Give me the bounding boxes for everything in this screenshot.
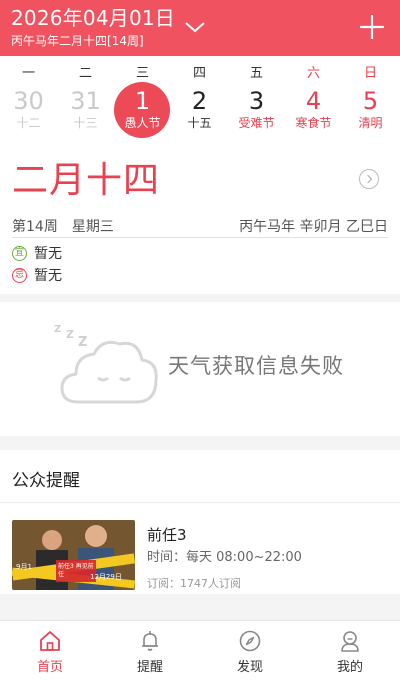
- day-number: 3: [248, 87, 265, 115]
- svg-text:Z: Z: [54, 324, 61, 335]
- tab-label: 发现: [236, 660, 263, 675]
- day-cell[interactable]: 31 十三: [57, 86, 114, 142]
- day-detail-panel: 二月十四 第14周 星期三 丙午马年 辛卯月 乙巳日 宜暂无 忌暂无: [0, 144, 400, 294]
- svg-text:Z: Z: [78, 335, 87, 350]
- yi-badge-icon: 宜: [12, 245, 27, 261]
- section-title: 公众提醒: [12, 471, 80, 491]
- day-cell[interactable]: 2 十五: [171, 86, 228, 142]
- weather-card[interactable]: Z Z Z 天气获取信息失败: [0, 302, 400, 436]
- lunar-date-large: 二月十四: [12, 160, 161, 201]
- tab-label: 我的: [336, 660, 363, 675]
- week-info-row: 第14周 星期三 丙午马年 辛卯月 乙巳日: [12, 214, 388, 238]
- ganzhi-info: 丙午马年 辛卯月 乙巳日: [239, 219, 388, 235]
- tab-label: 提醒: [136, 660, 163, 675]
- week-info: 第14周 星期三: [12, 219, 114, 235]
- week-strip: 一 二 三 四 五 六 日 30 十二 31 十三 1 愚人节 2 十五 3 受…: [0, 56, 400, 144]
- yi-row: 宜暂无: [12, 244, 62, 264]
- day-cell-selected[interactable]: 1 愚人节: [114, 82, 171, 142]
- weekday-header: 三: [135, 66, 149, 81]
- day-cell[interactable]: 30 十二: [0, 86, 57, 142]
- weekday-header: 五: [249, 66, 263, 81]
- day-cell[interactable]: 4 寒食节: [285, 86, 342, 142]
- ji-row: 忌暂无: [12, 266, 62, 286]
- chevron-right-icon[interactable]: [359, 169, 379, 189]
- day-number: 5: [362, 87, 379, 115]
- day-cell[interactable]: 3 受难节: [228, 86, 285, 142]
- user-icon: [341, 631, 359, 652]
- day-number: 1: [134, 87, 151, 115]
- poster-left-text: 9月1: [16, 563, 32, 571]
- movie-poster[interactable]: 12月29日 9月1 前任3 再见前任: [12, 520, 135, 590]
- day-number: 30: [13, 87, 44, 115]
- weekday-header: 六: [306, 66, 320, 81]
- compass-icon: [239, 630, 261, 652]
- yi-text: 暂无: [34, 246, 62, 262]
- lunar-subtitle: 丙午马年二月十四[14周]: [11, 34, 144, 48]
- day-cell[interactable]: 5 清明: [342, 86, 399, 142]
- bottom-tab-bar: 首页 提醒 发现 我的: [0, 620, 400, 681]
- weather-error-message: 天气获取信息失败: [168, 354, 344, 378]
- ji-text: 暂无: [34, 268, 62, 284]
- tab-discover[interactable]: 发现: [200, 621, 300, 681]
- plus-icon[interactable]: [358, 13, 386, 41]
- day-number: 2: [191, 87, 208, 115]
- poster-title-text: 前任3 再见前任: [58, 563, 94, 578]
- weekday-header: 二: [78, 66, 92, 81]
- day-lunar: 受难节: [238, 116, 275, 130]
- divider: [0, 502, 400, 503]
- tab-label: 首页: [36, 660, 63, 675]
- bell-icon: [142, 631, 158, 651]
- sleeping-cloud-icon: Z Z Z: [54, 324, 158, 404]
- tab-reminders[interactable]: 提醒: [100, 621, 200, 681]
- tab-home[interactable]: 首页: [0, 621, 100, 681]
- day-number: 31: [70, 87, 101, 115]
- ji-badge-icon: 忌: [12, 267, 27, 283]
- reminder-name[interactable]: 前任3: [147, 524, 187, 545]
- weekday-header: 一: [21, 66, 35, 81]
- day-lunar: 清明: [358, 116, 383, 130]
- weekday-header: 日: [363, 66, 377, 81]
- current-date-title[interactable]: 2026年04月01日: [11, 6, 175, 30]
- weekday-header: 四: [192, 66, 206, 81]
- reminder-time: 时间：每天 08:00~22:00: [147, 550, 302, 565]
- reminder-subscribers: 订阅：1747人订阅: [147, 577, 241, 590]
- day-lunar: 寒食节: [295, 116, 332, 130]
- public-reminders-card: 公众提醒 12月29日 9月1 前任3 再见前任 前任3 时间：每天 08:00…: [0, 450, 400, 594]
- day-number: 4: [305, 87, 322, 115]
- day-lunar: 愚人节: [124, 116, 161, 130]
- home-icon: [40, 631, 60, 651]
- chevron-down-icon[interactable]: [183, 17, 207, 37]
- day-lunar: 十二: [16, 116, 41, 130]
- day-lunar: 十三: [73, 116, 98, 130]
- app-root: 2026年04月01日 丙午马年二月十四[14周] 一 二 三 四 五 六 日 …: [0, 0, 400, 681]
- day-lunar: 十五: [187, 116, 212, 130]
- app-header: 2026年04月01日 丙午马年二月十四[14周]: [0, 0, 400, 56]
- tab-profile[interactable]: 我的: [300, 621, 400, 681]
- svg-text:Z: Z: [66, 328, 74, 341]
